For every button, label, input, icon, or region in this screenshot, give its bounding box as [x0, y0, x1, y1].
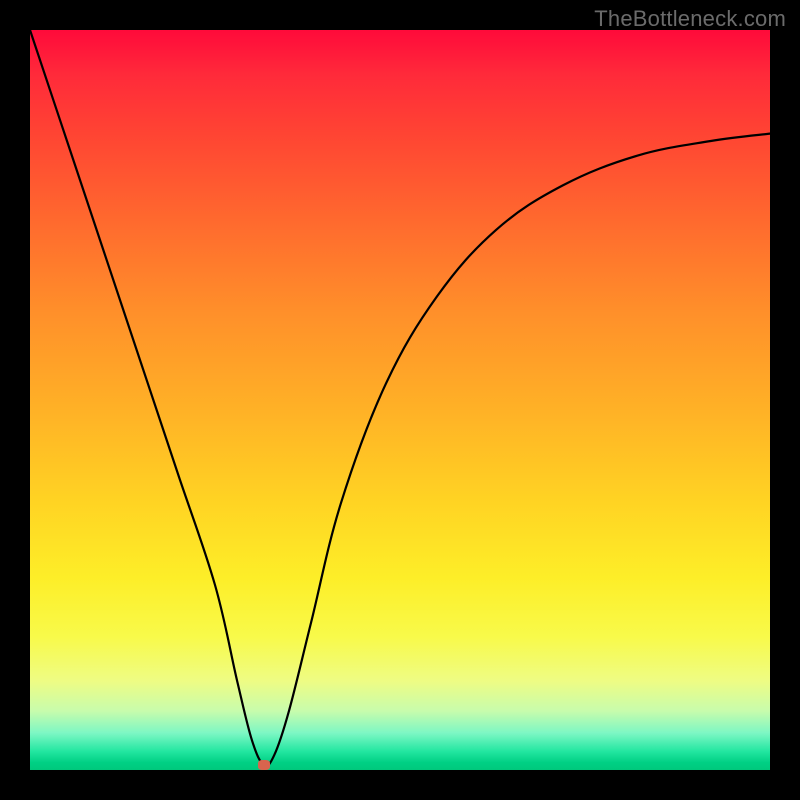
plot-area	[30, 30, 770, 770]
bottleneck-curve	[30, 30, 770, 770]
watermark-text: TheBottleneck.com	[594, 6, 786, 32]
minimum-marker	[258, 760, 270, 770]
chart-frame: TheBottleneck.com	[0, 0, 800, 800]
